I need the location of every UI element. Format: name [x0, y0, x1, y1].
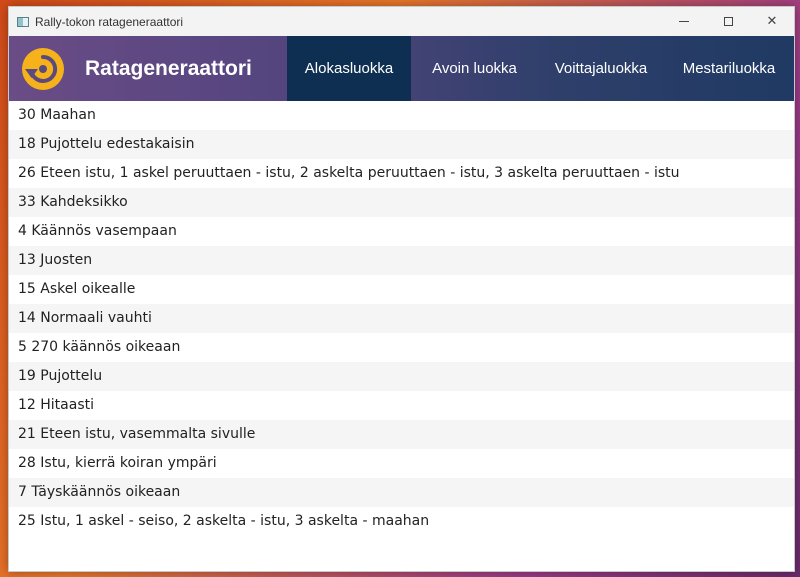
minimize-button[interactable] — [662, 7, 706, 36]
tab-label: Mestariluokka — [682, 60, 776, 77]
list-item: 33 Kahdeksikko — [9, 188, 794, 217]
maximize-button[interactable] — [706, 7, 750, 36]
list-item: 18 Pujottelu edestakaisin — [9, 130, 794, 159]
tab-mestariluokka[interactable]: Mestariluokka — [664, 36, 794, 101]
list-item: 30 Maahan — [18, 107, 96, 123]
list-item: 25 Istu, 1 askel - seiso, 2 askelta - is… — [18, 513, 430, 529]
course-list: 30 Maahan 18 Pujottelu edestakaisin 26 E… — [9, 101, 794, 536]
title-bar[interactable]: Rally-tokon ratageneraattori ✕ — [9, 7, 794, 36]
list-item: 7 Täyskäännös oikeaan — [9, 478, 794, 507]
tab-label: Avoin luokka — [432, 60, 517, 77]
close-icon: ✕ — [766, 14, 778, 29]
window-controls: ✕ — [662, 7, 794, 36]
maximize-icon — [723, 17, 733, 26]
list-item: 21 Eteen istu, vasemmalta sivulle — [9, 420, 794, 449]
list-item: 19 Pujottelu — [9, 362, 794, 391]
list-item: 5 270 käännös oikeaan — [18, 339, 181, 355]
tab-label: Alokasluokka — [304, 60, 394, 77]
list-item: 28 Istu, kierrä koiran ympäri — [18, 455, 217, 471]
app-header: Ratageneraattori Alokasluokka Avoin luok… — [9, 36, 794, 101]
list-item: 15 Askel oikealle — [18, 281, 136, 297]
list-item: 4 Käännös vasempaan — [18, 223, 177, 239]
tab-voittajaluokka[interactable]: Voittajaluokka — [538, 36, 664, 101]
class-tabs: Alokasluokka Avoin luokka Voittajaluokka… — [287, 36, 794, 101]
brand: Ratageneraattori — [9, 36, 287, 101]
window-title: Rally-tokon ratageneraattori — [35, 14, 184, 29]
list-item: 13 Juosten — [9, 246, 794, 275]
app-window: Rally-tokon ratageneraattori ✕ Ratagener… — [8, 6, 795, 572]
tab-alokasluokka[interactable]: Alokasluokka — [287, 36, 411, 101]
app-title: Ratageneraattori — [85, 56, 252, 80]
tab-label: Voittajaluokka — [554, 60, 648, 77]
list-item: 26 Eteen istu, 1 askel peruuttaen - istu… — [18, 165, 680, 181]
app-icon — [17, 16, 29, 27]
tab-avoin-luokka[interactable]: Avoin luokka — [411, 36, 538, 101]
list-item: 14 Normaali vauhti — [9, 304, 794, 333]
close-button[interactable]: ✕ — [750, 7, 794, 36]
cycle-arrow-icon — [22, 47, 64, 90]
list-item: 12 Hitaasti — [18, 397, 95, 413]
minimize-icon — [679, 21, 689, 22]
